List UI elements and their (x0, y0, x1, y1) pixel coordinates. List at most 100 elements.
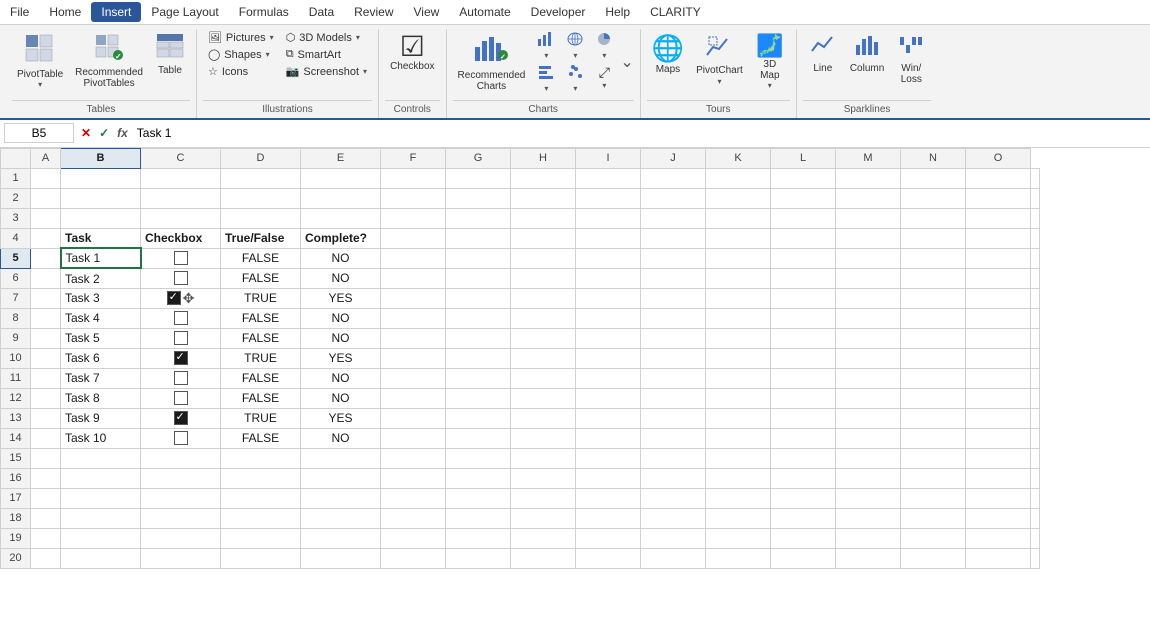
shapes-button[interactable]: ◯ Shapes ▾ (203, 46, 279, 63)
empty-cell-15-9[interactable] (706, 448, 771, 468)
col-header-e[interactable]: E (301, 148, 381, 168)
empty-cell-8-7[interactable] (901, 308, 966, 328)
menu-insert[interactable]: Insert (91, 2, 141, 22)
empty-cell-4-2[interactable] (511, 228, 576, 248)
empty-cell-16-11[interactable] (836, 468, 901, 488)
empty-cell-8-0[interactable] (446, 308, 511, 328)
checkbox-14[interactable] (174, 431, 188, 445)
empty-cell-14-7[interactable] (901, 428, 966, 448)
task-name-cell-5[interactable]: Task 1 (61, 248, 141, 268)
complete-cell-9[interactable]: NO (301, 328, 381, 348)
empty-cell-16-14[interactable] (1031, 468, 1040, 488)
cell-a11[interactable] (31, 368, 61, 388)
trueFalse-cell-10[interactable]: TRUE (221, 348, 301, 368)
empty-cell-14-1[interactable] (511, 428, 576, 448)
menu-developer[interactable]: Developer (521, 2, 596, 22)
col-header-l[interactable]: L (771, 148, 836, 168)
empty-cell-15-3[interactable] (301, 448, 381, 468)
row-header-19[interactable]: 19 (1, 528, 31, 548)
smartart-button[interactable]: ⧉ SmartArt (281, 46, 372, 63)
empty-cell-6-8[interactable] (966, 268, 1031, 288)
empty-cell-9-2[interactable] (576, 328, 641, 348)
empty-cell-11-1[interactable] (511, 368, 576, 388)
empty-cell-8-3[interactable] (641, 308, 706, 328)
empty-cell-17-5[interactable] (446, 488, 511, 508)
task-name-cell-12[interactable]: Task 8 (61, 388, 141, 408)
row-header-2[interactable]: 2 (1, 188, 31, 208)
empty-cell-10-3[interactable] (641, 348, 706, 368)
complete-cell-12[interactable]: NO (301, 388, 381, 408)
empty-cell-12-4[interactable] (706, 388, 771, 408)
empty-cell-14-6[interactable] (836, 428, 901, 448)
checkbox-8[interactable] (174, 311, 188, 325)
empty-cell-17-14[interactable] (1031, 488, 1040, 508)
empty-cell-3-7[interactable] (576, 208, 641, 228)
empty-cell-16-6[interactable] (511, 468, 576, 488)
empty-cell-13-7[interactable] (901, 408, 966, 428)
empty-cell-1-3[interactable] (301, 168, 381, 188)
empty-cell-10-4[interactable] (706, 348, 771, 368)
empty-cell-13-5[interactable] (771, 408, 836, 428)
checkbox-cell-12[interactable] (141, 388, 221, 408)
complete-cell-13[interactable]: YES (301, 408, 381, 428)
empty-cell-15-10[interactable] (771, 448, 836, 468)
empty-cell-20-0[interactable] (61, 548, 141, 568)
row-header-14[interactable]: 14 (1, 428, 31, 448)
cell-a15[interactable] (31, 448, 61, 468)
empty-cell-3-10[interactable] (771, 208, 836, 228)
empty-cell-2-2[interactable] (221, 188, 301, 208)
empty-cell-11-7[interactable] (901, 368, 966, 388)
empty-cell-13-8[interactable] (966, 408, 1031, 428)
empty-cell-16-2[interactable] (221, 468, 301, 488)
empty-cell-15-13[interactable] (966, 448, 1031, 468)
empty-cell-4-8[interactable] (901, 228, 966, 248)
empty-cell-12-6[interactable] (836, 388, 901, 408)
cell-a7[interactable] (31, 288, 61, 308)
empty-cell-10-6[interactable] (836, 348, 901, 368)
3d-models-button[interactable]: ⬡ 3D Models ▾ (281, 29, 372, 46)
empty-cell-8-9[interactable] (1031, 308, 1040, 328)
empty-cell-1-14[interactable] (1031, 168, 1040, 188)
empty-cell-16-0[interactable] (61, 468, 141, 488)
empty-cell-8-5[interactable] (771, 308, 836, 328)
empty-cell-20-7[interactable] (576, 548, 641, 568)
menu-review[interactable]: Review (344, 2, 403, 22)
empty-cell-13-4[interactable] (706, 408, 771, 428)
col-header-j[interactable]: J (641, 148, 706, 168)
empty-cell-7-6[interactable] (836, 288, 901, 308)
task-name-cell-6[interactable]: Task 2 (61, 268, 141, 288)
empty-cell-11-5[interactable] (771, 368, 836, 388)
empty-cell-4-10[interactable] (1031, 228, 1040, 248)
empty-cell-3-6[interactable] (511, 208, 576, 228)
empty-cell-3-3[interactable] (301, 208, 381, 228)
cell-f11[interactable] (381, 368, 446, 388)
empty-cell-17-3[interactable] (301, 488, 381, 508)
maps-button[interactable]: 🌐 Maps (647, 29, 689, 78)
empty-cell-2-14[interactable] (1031, 188, 1040, 208)
empty-cell-20-2[interactable] (221, 548, 301, 568)
empty-cell-20-10[interactable] (771, 548, 836, 568)
menu-home[interactable]: Home (39, 2, 91, 22)
empty-cell-1-11[interactable] (836, 168, 901, 188)
empty-cell-17-7[interactable] (576, 488, 641, 508)
cell-a16[interactable] (31, 468, 61, 488)
empty-cell-16-8[interactable] (641, 468, 706, 488)
empty-cell-17-6[interactable] (511, 488, 576, 508)
empty-cell-7-5[interactable] (771, 288, 836, 308)
row-header-13[interactable]: 13 (1, 408, 31, 428)
cell-a18[interactable] (31, 508, 61, 528)
empty-cell-7-8[interactable] (966, 288, 1031, 308)
empty-cell-17-4[interactable] (381, 488, 446, 508)
cell-reference-box[interactable] (4, 123, 74, 143)
more-charts-button[interactable]: ⤢ ▾ (590, 62, 618, 95)
empty-cell-2-0[interactable] (61, 188, 141, 208)
checkbox-7[interactable] (167, 291, 181, 305)
empty-cell-12-3[interactable] (641, 388, 706, 408)
empty-cell-8-8[interactable] (966, 308, 1031, 328)
screenshot-button[interactable]: 📷 Screenshot ▾ (281, 63, 372, 80)
row-header-17[interactable]: 17 (1, 488, 31, 508)
menu-automate[interactable]: Automate (449, 2, 520, 22)
empty-cell-10-5[interactable] (771, 348, 836, 368)
empty-cell-18-0[interactable] (61, 508, 141, 528)
checkbox-cell-10[interactable] (141, 348, 221, 368)
